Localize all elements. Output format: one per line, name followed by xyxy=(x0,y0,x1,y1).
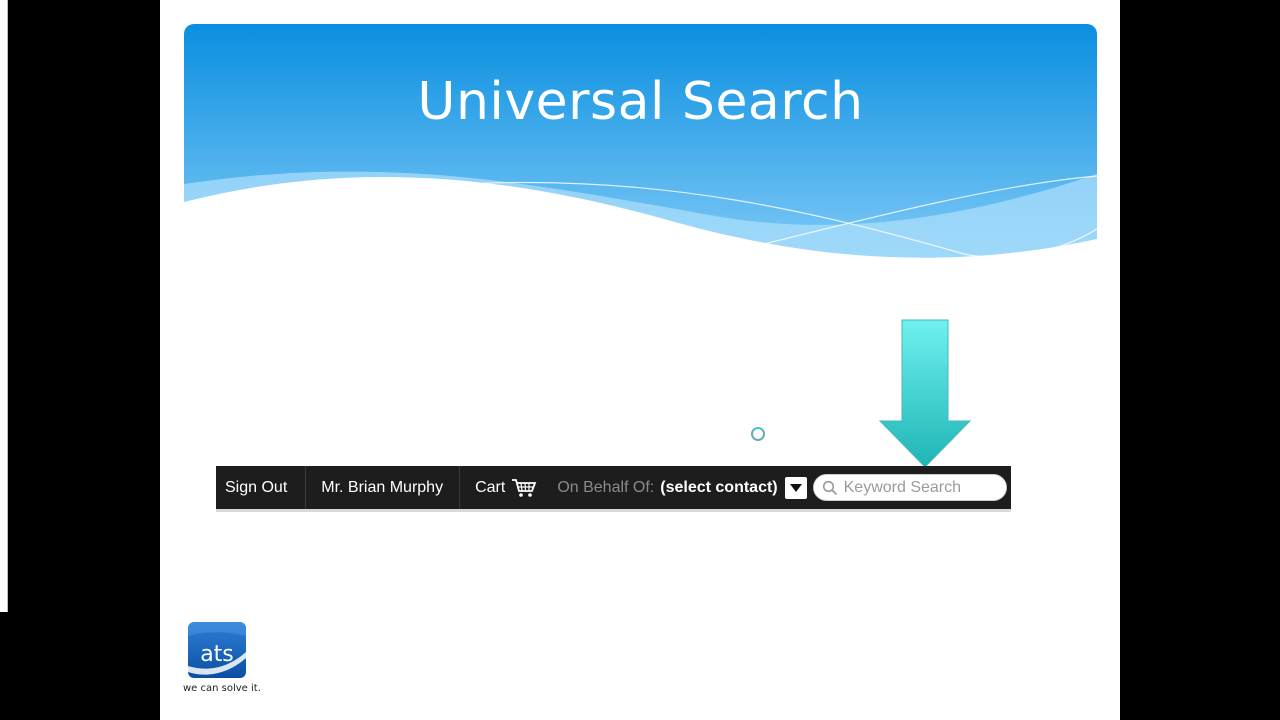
loading-spinner-icon xyxy=(751,427,765,441)
chevron-down-icon xyxy=(789,483,802,492)
user-account-link[interactable]: Mr. Brian Murphy xyxy=(306,466,461,509)
user-name-label: Mr. Brian Murphy xyxy=(321,478,444,496)
down-arrow-icon xyxy=(878,319,972,468)
window-edge xyxy=(0,0,8,612)
site-toolbar: Sign Out Mr. Brian Murphy Cart On Behalf… xyxy=(216,466,1011,512)
logo-tagline: we can solve it. xyxy=(183,683,261,694)
title-banner: Universal Search xyxy=(184,24,1097,274)
cart-icon xyxy=(511,478,537,498)
keyword-search-input[interactable] xyxy=(841,477,1006,498)
ats-logo: ats xyxy=(188,622,246,678)
banner-graphic xyxy=(184,24,1097,274)
search-icon xyxy=(822,480,837,495)
logo-text: ats xyxy=(200,642,234,667)
on-behalf-of-selector: On Behalf Of: (select contact) xyxy=(557,466,807,509)
presentation-slide: Universal Search Sign Out Mr. Brian Murp… xyxy=(160,0,1120,720)
on-behalf-of-label: On Behalf Of: xyxy=(557,478,655,496)
contact-select-value[interactable]: (select contact) xyxy=(660,479,777,497)
keyword-search-box[interactable] xyxy=(812,474,1007,501)
sign-out-label: Sign Out xyxy=(225,478,288,496)
sign-out-link[interactable]: Sign Out xyxy=(216,466,307,509)
contact-dropdown-button[interactable] xyxy=(784,476,807,499)
cart-link[interactable]: Cart xyxy=(460,466,557,509)
cart-label: Cart xyxy=(475,478,506,496)
slide-title: Universal Search xyxy=(417,72,864,132)
